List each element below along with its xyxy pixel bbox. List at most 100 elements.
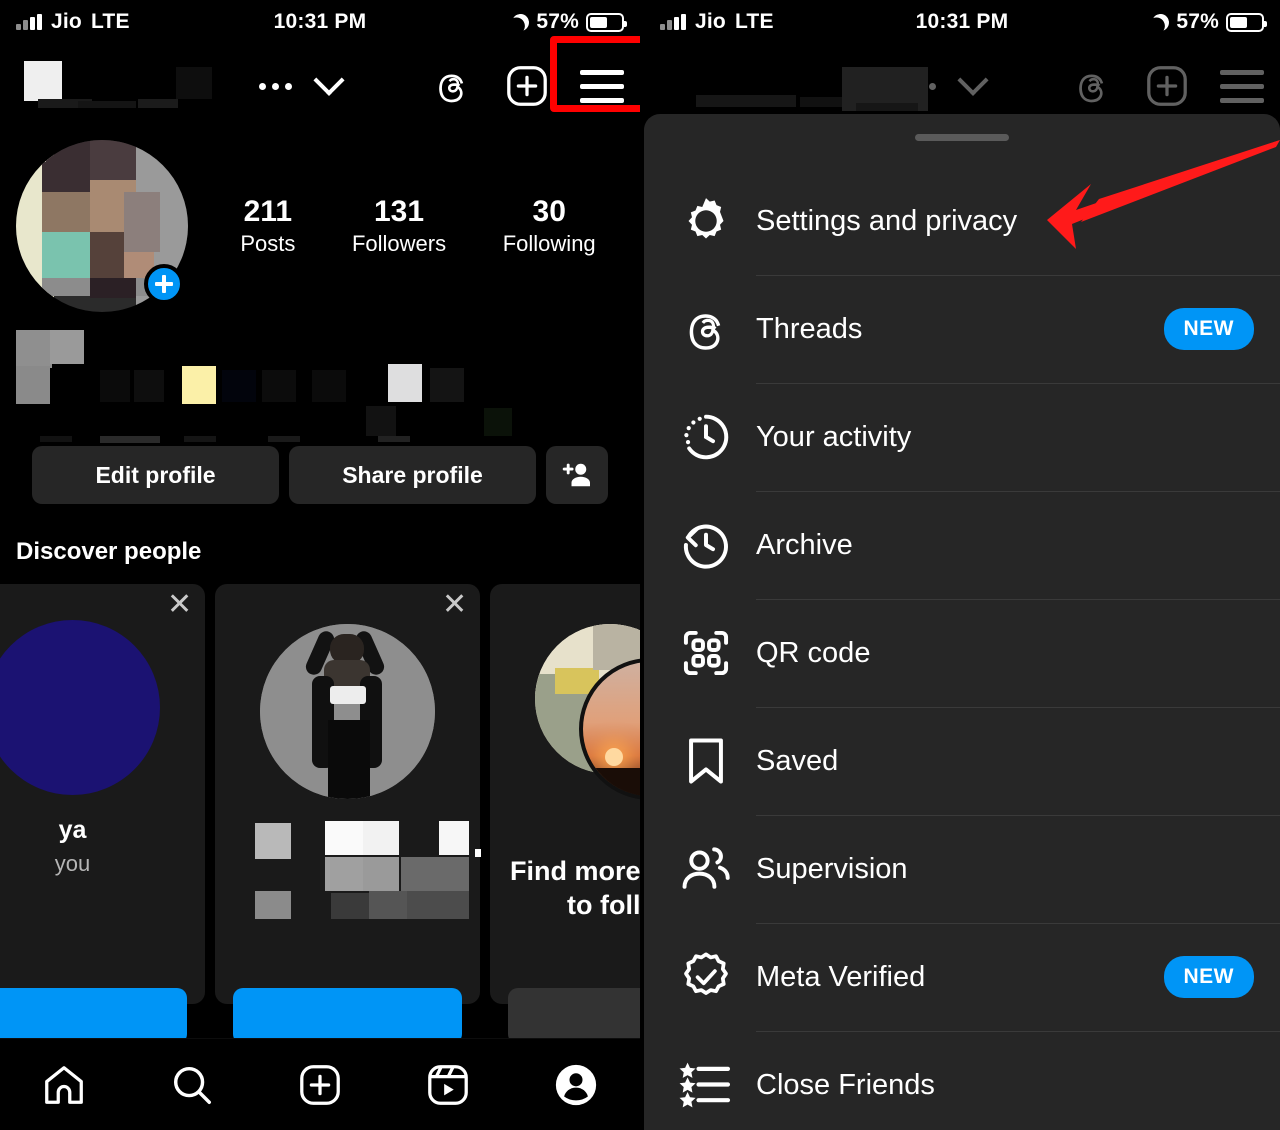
menu-list: Settings and privacy Threads NEW Your ac… [644,167,1280,1130]
avatar[interactable] [535,624,640,800]
following-label: Following [502,231,596,257]
topbar-actions [1070,63,1264,109]
signal-bars-icon [660,13,686,30]
avatar-wrapper[interactable] [16,140,188,312]
status-bar-right: 57% [1150,10,1267,34]
status-bar-left: Jio LTE [660,10,774,34]
posts-count: 211 [243,194,293,228]
stat-following[interactable]: 30 Following [503,193,596,259]
status-bar: Jio LTE 10:31 PM 57% [644,0,1280,44]
ellipsis-icon [285,82,292,90]
drag-handle[interactable] [915,134,1009,141]
avatar[interactable] [260,624,435,799]
plus-square-icon [300,1064,340,1105]
bio-redacted [16,326,624,443]
menu-item-label: QR code [756,636,871,669]
status-badge: NEW [1163,308,1254,350]
see-all-button[interactable] [508,988,640,1044]
nav-create-button[interactable] [297,1062,343,1108]
nav-profile-button[interactable] [553,1062,599,1108]
battery-percent-label: 57% [1176,10,1219,33]
carrier-label: Jio [51,10,82,33]
profile-summary: 211 Posts 131 Followers 30 Following [0,128,640,312]
profile-stats: 211 Posts 131 Followers 30 Following [188,193,624,259]
menu-item-label: Meta Verified [756,960,926,993]
battery-icon [1226,12,1267,32]
username-redacted[interactable] [16,59,231,113]
moon-icon [510,11,531,32]
stat-followers[interactable]: 131 Followers [352,193,446,259]
stat-posts[interactable]: 211 Posts [240,193,295,259]
list-item[interactable]: ✕ [215,584,481,1044]
more-options-button[interactable] [259,82,292,90]
moon-icon [1150,11,1171,32]
archive-clock-icon [678,517,756,573]
card-cta-text: Find more people to follow [509,856,640,920]
activity-clock-icon [678,409,756,465]
threads-button [1070,64,1114,108]
share-profile-button[interactable]: Share profile [289,446,536,504]
menu-item-saved[interactable]: Saved [644,707,1280,815]
carrier-label: Jio [695,10,726,33]
follow-button[interactable] [233,988,462,1044]
right-phone-screen: Jio LTE 10:31 PM 57% Settings and privac… [640,0,1280,1130]
menu-item-close-friends[interactable]: Close Friends [644,1031,1280,1130]
menu-item-threads[interactable]: Threads NEW [644,275,1280,383]
menu-item-label: Settings and privacy [756,204,1018,237]
home-icon [45,1065,83,1104]
menu-button-wrapper [1220,69,1264,103]
follow-button[interactable] [0,988,187,1044]
menu-item-label: Supervision [756,852,908,885]
list-item[interactable]: Find more people to follow [490,584,640,1044]
qr-code-icon [678,625,756,681]
card-name: ya [58,816,87,844]
menu-item-qr-code[interactable]: QR code [644,599,1280,707]
discover-people-button[interactable] [546,446,608,504]
hamburger-menu-icon [1220,69,1264,103]
gear-icon [678,193,756,249]
reels-icon [428,1064,468,1105]
close-icon[interactable]: ✕ [442,590,467,620]
followers-count: 131 [374,194,425,228]
menu-item-settings-and-privacy[interactable]: Settings and privacy [644,167,1280,275]
ellipsis-icon [929,82,936,90]
avatar[interactable] [0,620,160,795]
nav-reels-button[interactable] [425,1062,471,1108]
add-person-icon [562,463,590,487]
profile-actions: Edit profile Share profile [0,432,640,504]
username-redacted [660,59,928,113]
create-post-button[interactable] [504,63,550,109]
create-post-button [1144,63,1190,109]
add-to-story-button[interactable] [144,264,184,304]
chevron-down-icon[interactable] [313,64,345,96]
menu-item-label: Saved [756,744,839,777]
menu-item-supervision[interactable]: Supervision [644,815,1280,923]
menu-item-meta-verified[interactable]: Meta Verified NEW [644,923,1280,1031]
left-phone-screen: Jio LTE 10:31 PM 57% 211 Posts 131 Follo… [0,0,640,1130]
battery-percent-label: 57% [536,10,579,33]
status-bar-left: Jio LTE [16,10,130,34]
threads-icon [1079,74,1104,103]
ellipsis-icon [259,82,266,90]
threads-button[interactable] [430,64,474,108]
nav-search-button[interactable] [169,1062,215,1108]
discover-people-cards[interactable]: ✕ ya you ✕ Find more to foll [0,566,640,1044]
threads-icon [439,74,464,103]
menu-item-label: Threads [756,312,863,345]
menu-item-archive[interactable]: Archive [644,491,1280,599]
nav-home-button[interactable] [41,1062,87,1108]
discover-people-title: Discover people [16,538,202,565]
status-bar-right: 57% [510,10,627,34]
close-icon[interactable]: ✕ [167,590,192,620]
bookmark-icon [678,733,756,789]
list-item[interactable]: ✕ ya you [0,584,205,1044]
verified-badge-icon [678,949,756,1005]
edit-profile-button[interactable]: Edit profile [32,446,279,504]
battery-icon [586,12,627,32]
followers-label: Followers [351,231,447,257]
menu-item-your-activity[interactable]: Your activity [644,383,1280,491]
bottom-navigation [0,1038,640,1130]
hamburger-menu-icon[interactable] [580,69,624,103]
card-subtitle: you [54,851,91,877]
menu-button-wrapper [550,35,640,112]
